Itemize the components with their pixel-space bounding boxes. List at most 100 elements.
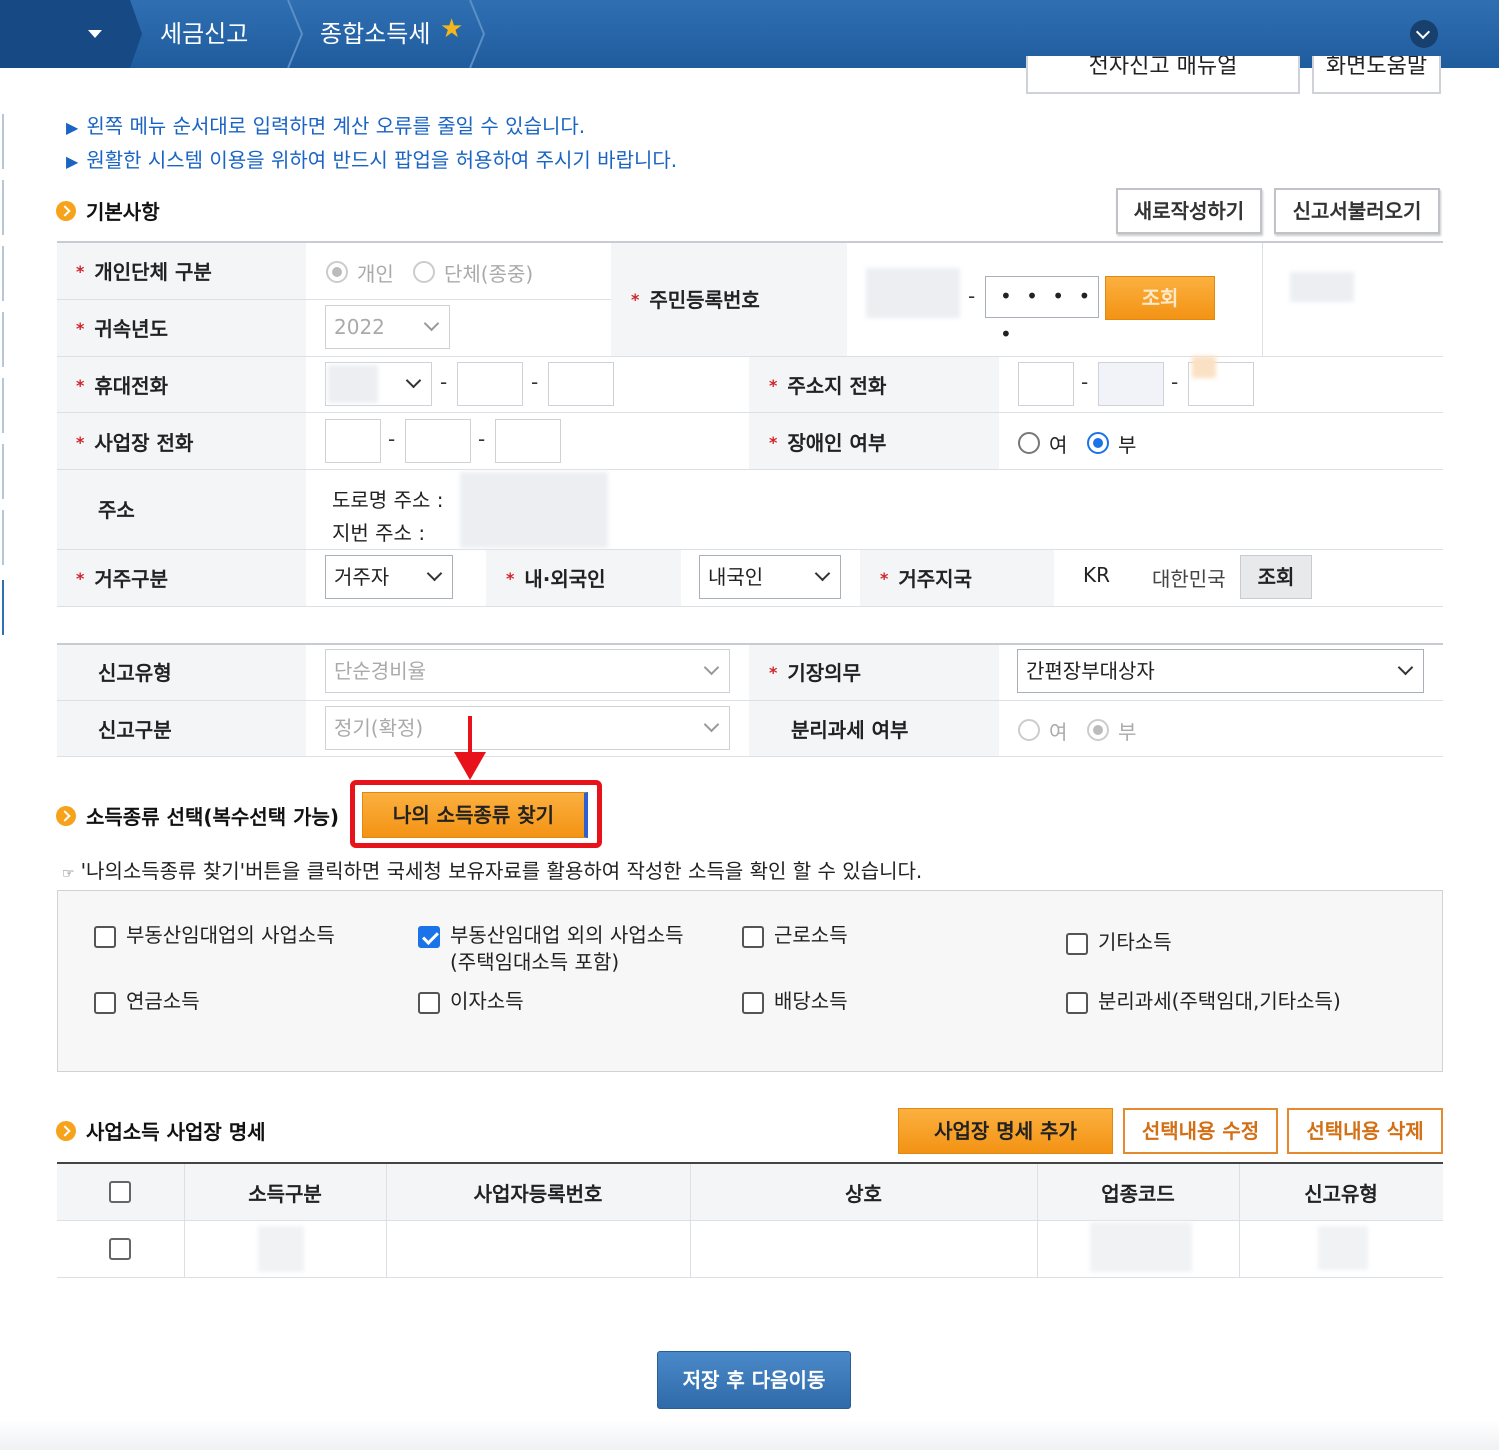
load-report-button[interactable]: 신고서불러오기	[1274, 188, 1440, 234]
income-checkbox-non-rental-business[interactable]	[418, 926, 440, 948]
rrn-front-field[interactable]	[866, 268, 960, 318]
notice-line: ▶ 원활한 시스템 이용을 위하여 반드시 팝업을 허용하여 주시기 바랍니다.	[66, 148, 678, 172]
mobile-prefix-select[interactable]	[325, 362, 432, 406]
income-checkbox-earned[interactable]	[742, 926, 764, 948]
rrn-label: * 주민등록번호	[631, 288, 760, 312]
side-tab[interactable]	[0, 312, 4, 367]
collapse-chevron-icon[interactable]	[1410, 20, 1438, 48]
income-checkbox-dividend[interactable]	[742, 992, 764, 1014]
column-header: 업종코드	[1101, 1182, 1175, 1206]
income-options-panel	[57, 890, 1443, 1072]
year-select[interactable]: 2022	[325, 305, 450, 349]
section-title-basic: 기본사항	[56, 196, 160, 225]
section-title-income: 소득종류 선택(복수선택 가능)	[56, 801, 339, 830]
rrn-lookup-button[interactable]: 조회	[1105, 276, 1215, 320]
income-checkbox-pension[interactable]	[94, 992, 116, 1014]
mobile-label: * 휴대전화	[76, 374, 168, 398]
rrn-back-field[interactable]: • • • • •	[985, 276, 1099, 346]
side-tab[interactable]	[0, 180, 4, 235]
report-kind-select[interactable]: 정기(확정)	[325, 706, 730, 750]
income-option-label: 분리과세(주택임대,기타소득)	[1098, 989, 1341, 1013]
mobile-mid-field[interactable]	[457, 362, 523, 406]
manual-button[interactable]: 전자신고 매뉴얼	[1026, 56, 1300, 94]
column-header: 신고유형	[1304, 1182, 1378, 1206]
income-checkbox-separate-tax[interactable]	[1066, 992, 1088, 1014]
income-option-label: 부동산임대업 외의 사업소득	[450, 923, 684, 947]
breadcrumb-separator-icon	[120, 0, 142, 68]
menu-toggle[interactable]	[0, 0, 130, 68]
country-label: * 거주지국	[880, 567, 972, 591]
report-type-label: 신고유형	[98, 661, 172, 685]
delete-selected-button[interactable]: 선택내용 삭제	[1287, 1108, 1443, 1154]
address-value	[460, 472, 608, 548]
section-arrow-icon	[56, 805, 76, 826]
report-kind-label: 신고구분	[98, 718, 172, 742]
nationality-select[interactable]: 내국인	[699, 555, 841, 599]
separate-yes-radio[interactable]	[1018, 719, 1040, 741]
red-arrow-annotation	[454, 716, 486, 780]
income-option-label: 연금소득	[126, 989, 200, 1013]
disabled-label: * 장애인 여부	[769, 431, 887, 455]
edit-selected-button[interactable]: 선택내용 수정	[1123, 1108, 1278, 1154]
mobile-last-field[interactable]	[548, 362, 614, 406]
side-tab[interactable]	[0, 114, 4, 169]
country-name: 대한민국	[1152, 567, 1226, 591]
biz-phone-mid-field[interactable]	[405, 419, 471, 463]
home-phone-label: * 주소지 전화	[769, 374, 887, 398]
income-option-sublabel: (주택임대소득 포함)	[450, 950, 620, 974]
type-individual-label: 개인	[357, 262, 394, 286]
section-title-biz: 사업소득 사업장 명세	[56, 1116, 266, 1145]
find-my-income-button[interactable]: 나의 소득종류 찾기	[362, 792, 588, 838]
column-header: 사업자등록번호	[473, 1182, 603, 1206]
type-group-radio[interactable]	[413, 261, 435, 283]
bookkeeping-select[interactable]: 간편장부대상자	[1017, 649, 1424, 693]
type-group-label: 단체(종중)	[444, 262, 534, 286]
side-tab[interactable]	[0, 510, 4, 565]
report-type-select[interactable]: 단순경비율	[325, 649, 730, 693]
biz-phone-label: * 사업장 전화	[76, 431, 194, 455]
help-button[interactable]: 화면도움말	[1312, 56, 1441, 94]
chevron-down-icon[interactable]	[88, 30, 102, 38]
lot-address-label: 지번 주소 :	[332, 521, 426, 545]
home-phone-mid-field[interactable]	[1098, 362, 1164, 406]
disabled-no-radio[interactable]	[1087, 432, 1109, 454]
type-individual-radio[interactable]	[326, 261, 348, 283]
nationality-label: * 내·외국인	[506, 567, 606, 591]
breadcrumb-tax-report[interactable]: 세금신고	[160, 14, 248, 49]
column-header: 소득구분	[248, 1182, 322, 1206]
section-arrow-icon	[56, 200, 76, 221]
home-phone-prefix-field[interactable]	[1018, 362, 1074, 406]
income-option-label: 배당소득	[774, 989, 848, 1013]
new-report-button[interactable]: 새로작성하기	[1116, 188, 1262, 234]
breadcrumb-separator-icon	[469, 0, 486, 68]
separate-no-radio[interactable]	[1087, 719, 1109, 741]
income-option-label: 부동산임대업의 사업소득	[126, 923, 335, 947]
income-hint: ☞ '나의소득종류 찾기'버튼을 클릭하면 국세청 보유자료를 활용하여 작성한 …	[62, 859, 923, 883]
notice-line: ▶ 왼쪽 메뉴 순서대로 입력하면 계산 오류를 줄일 수 있습니다.	[66, 114, 586, 138]
residence-label: * 거주구분	[76, 567, 168, 591]
separate-tax-label: 분리과세 여부	[791, 718, 909, 742]
residence-select[interactable]: 거주자	[325, 555, 453, 599]
side-tab[interactable]	[0, 246, 4, 301]
side-tab[interactable]	[0, 444, 4, 499]
breadcrumb-separator-icon	[287, 0, 304, 68]
add-biz-button[interactable]: 사업장 명세 추가	[898, 1108, 1113, 1154]
side-tab[interactable]	[0, 378, 4, 433]
disabled-yes-radio[interactable]	[1018, 432, 1040, 454]
side-tab-active[interactable]	[0, 580, 4, 635]
income-option-label: 근로소득	[774, 923, 848, 947]
income-checkbox-rental-business[interactable]	[94, 926, 116, 948]
type-label: * 개인단체 구분	[76, 260, 212, 284]
bookkeeping-label: * 기장의무	[769, 661, 861, 685]
income-checkbox-other[interactable]	[1066, 933, 1088, 955]
row-checkbox[interactable]	[109, 1238, 131, 1260]
separate-no-label: 부	[1118, 720, 1137, 744]
biz-phone-prefix-field[interactable]	[325, 419, 381, 463]
biz-phone-last-field[interactable]	[495, 419, 561, 463]
save-and-next-button[interactable]: 저장 후 다음이동	[657, 1351, 851, 1409]
breadcrumb-income-tax[interactable]: 종합소득세	[320, 14, 430, 49]
country-lookup-button[interactable]: 조회	[1240, 555, 1312, 599]
select-all-checkbox[interactable]	[109, 1181, 131, 1203]
income-checkbox-interest[interactable]	[418, 992, 440, 1014]
favorite-star-icon[interactable]: ★	[440, 14, 463, 44]
